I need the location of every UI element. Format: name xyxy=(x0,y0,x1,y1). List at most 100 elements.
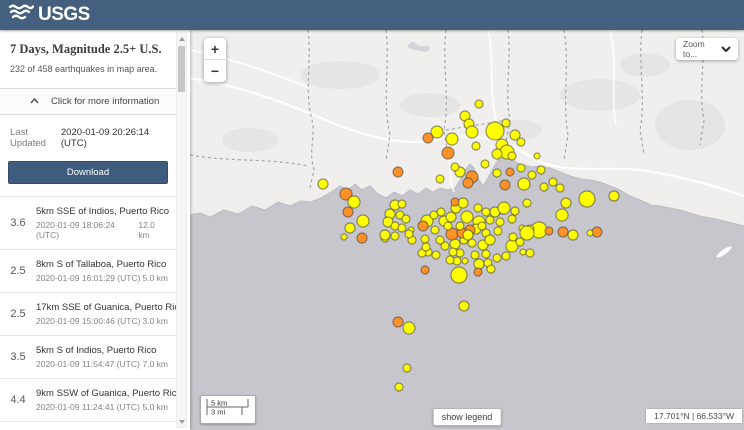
earthquake-marker[interactable] xyxy=(561,198,571,208)
earthquake-marker[interactable] xyxy=(436,236,444,244)
earthquake-marker[interactable] xyxy=(508,215,516,223)
earthquake-marker[interactable] xyxy=(556,209,568,221)
earthquake-marker[interactable] xyxy=(482,250,490,258)
earthquake-marker[interactable] xyxy=(395,383,403,391)
earthquake-marker[interactable] xyxy=(403,322,415,334)
scroll-up-icon[interactable] xyxy=(177,33,186,44)
earthquake-marker[interactable] xyxy=(568,230,578,240)
earthquake-marker[interactable] xyxy=(458,198,468,208)
earthquake-marker[interactable] xyxy=(545,227,553,235)
earthquake-marker[interactable] xyxy=(442,147,454,159)
earthquake-marker[interactable] xyxy=(520,249,526,255)
earthquake-marker[interactable] xyxy=(478,222,486,230)
earthquake-marker[interactable] xyxy=(523,199,531,207)
earthquake-marker[interactable] xyxy=(345,223,355,233)
earthquake-marker[interactable] xyxy=(421,266,429,274)
earthquake-marker[interactable] xyxy=(421,235,429,243)
earthquake-marker[interactable] xyxy=(451,163,459,171)
earthquake-marker[interactable] xyxy=(341,234,347,240)
earthquake-marker[interactable] xyxy=(446,133,458,145)
earthquake-marker[interactable] xyxy=(517,164,525,172)
earthquake-marker[interactable] xyxy=(511,207,519,215)
earthquake-marker[interactable] xyxy=(556,184,564,192)
earthquake-marker[interactable] xyxy=(498,202,510,214)
more-information-toggle[interactable]: Click for more information xyxy=(0,88,176,115)
earthquake-marker[interactable] xyxy=(485,235,495,245)
earthquake-list-item[interactable]: 2.5 8km S of Tallaboa, Puerto Rico 2020-… xyxy=(0,249,176,292)
map-canvas[interactable] xyxy=(190,30,744,430)
earthquake-marker[interactable] xyxy=(463,178,473,188)
earthquake-marker[interactable] xyxy=(466,126,478,138)
zoom-in-button[interactable]: + xyxy=(204,38,226,60)
earthquake-marker[interactable] xyxy=(357,215,369,227)
earthquake-marker[interactable] xyxy=(402,215,410,223)
earthquake-marker[interactable] xyxy=(506,168,514,176)
earthquake-marker[interactable] xyxy=(475,100,483,108)
earthquake-marker[interactable] xyxy=(423,133,433,143)
earthquake-marker[interactable] xyxy=(462,258,468,264)
earthquake-marker[interactable] xyxy=(471,251,479,259)
earthquake-list-item[interactable]: 2.5 17km SSE of Guanica, Puerto Rico 202… xyxy=(0,292,176,335)
earthquake-marker[interactable] xyxy=(486,122,504,140)
earthquake-marker[interactable] xyxy=(481,160,489,168)
earthquake-marker[interactable] xyxy=(357,233,367,243)
earthquake-marker[interactable] xyxy=(459,301,469,311)
earthquake-marker[interactable] xyxy=(398,200,406,208)
earthquake-marker[interactable] xyxy=(526,249,534,257)
earthquake-marker[interactable] xyxy=(393,167,403,177)
earthquake-marker[interactable] xyxy=(487,265,495,273)
earthquake-marker[interactable] xyxy=(579,191,595,207)
sidebar-scrollbar[interactable] xyxy=(176,32,187,428)
earthquake-marker[interactable] xyxy=(403,364,411,372)
download-button[interactable]: Download xyxy=(8,161,168,184)
earthquake-marker[interactable] xyxy=(444,222,452,230)
show-legend-button[interactable]: show legend xyxy=(433,408,502,426)
earthquake-marker[interactable] xyxy=(449,248,457,256)
earthquake-marker[interactable] xyxy=(537,166,545,174)
earthquake-marker[interactable] xyxy=(432,251,440,259)
earthquake-marker[interactable] xyxy=(486,216,494,224)
earthquake-list-item[interactable]: 3.5 5km S of Indios, Puerto Rico 2020-01… xyxy=(0,335,176,378)
earthquake-marker[interactable] xyxy=(496,218,504,226)
earthquake-marker[interactable] xyxy=(540,183,548,191)
earthquake-marker[interactable] xyxy=(474,268,482,276)
earthquake-marker[interactable] xyxy=(528,171,536,179)
earthquake-list-item[interactable]: 3.6 5km SSE of Indios, Puerto Rico 2020-… xyxy=(0,196,176,249)
earthquake-marker[interactable] xyxy=(517,138,525,146)
earthquake-marker[interactable] xyxy=(500,180,510,190)
earthquake-marker[interactable] xyxy=(520,226,534,240)
scroll-down-icon[interactable] xyxy=(177,416,186,427)
earthquake-marker[interactable] xyxy=(558,227,568,237)
earthquake-marker[interactable] xyxy=(436,175,444,183)
earthquake-marker[interactable] xyxy=(461,211,473,223)
earthquake-marker[interactable] xyxy=(451,198,459,206)
earthquake-list-item[interactable]: 3km SE of Maria Antonia, Puerto R xyxy=(0,421,176,430)
earthquake-marker[interactable] xyxy=(451,267,467,283)
zoom-out-button[interactable]: − xyxy=(204,60,226,82)
earthquake-marker[interactable] xyxy=(493,169,501,177)
zoom-to-dropdown[interactable]: Zoom to... xyxy=(676,38,738,60)
earthquake-marker[interactable] xyxy=(405,230,413,238)
earthquake-marker[interactable] xyxy=(431,226,439,234)
earthquake-marker[interactable] xyxy=(549,178,557,186)
earthquake-marker[interactable] xyxy=(609,191,619,201)
earthquake-marker[interactable] xyxy=(318,179,328,189)
earthquake-marker[interactable] xyxy=(502,252,510,260)
earthquake-marker[interactable] xyxy=(518,178,530,190)
earthquake-marker[interactable] xyxy=(472,142,480,150)
earthquake-marker[interactable] xyxy=(509,233,517,241)
earthquake-marker[interactable] xyxy=(348,196,360,208)
earthquake-marker[interactable] xyxy=(516,238,524,246)
earthquake-marker[interactable] xyxy=(463,230,473,240)
earthquake-marker[interactable] xyxy=(534,153,540,159)
earthquake-marker[interactable] xyxy=(592,227,602,237)
earthquake-marker[interactable] xyxy=(482,208,490,216)
earthquake-marker[interactable] xyxy=(446,256,454,264)
earthquake-marker[interactable] xyxy=(474,259,484,269)
earthquake-marker[interactable] xyxy=(502,119,510,127)
earthquake-marker[interactable] xyxy=(437,208,445,216)
earthquake-marker[interactable] xyxy=(380,230,390,240)
earthquake-marker[interactable] xyxy=(493,254,501,262)
earthquake-marker[interactable] xyxy=(494,227,502,235)
earthquake-list-item[interactable]: 4.4 9km SSW of Guanica, Puerto Rico 2020… xyxy=(0,378,176,421)
